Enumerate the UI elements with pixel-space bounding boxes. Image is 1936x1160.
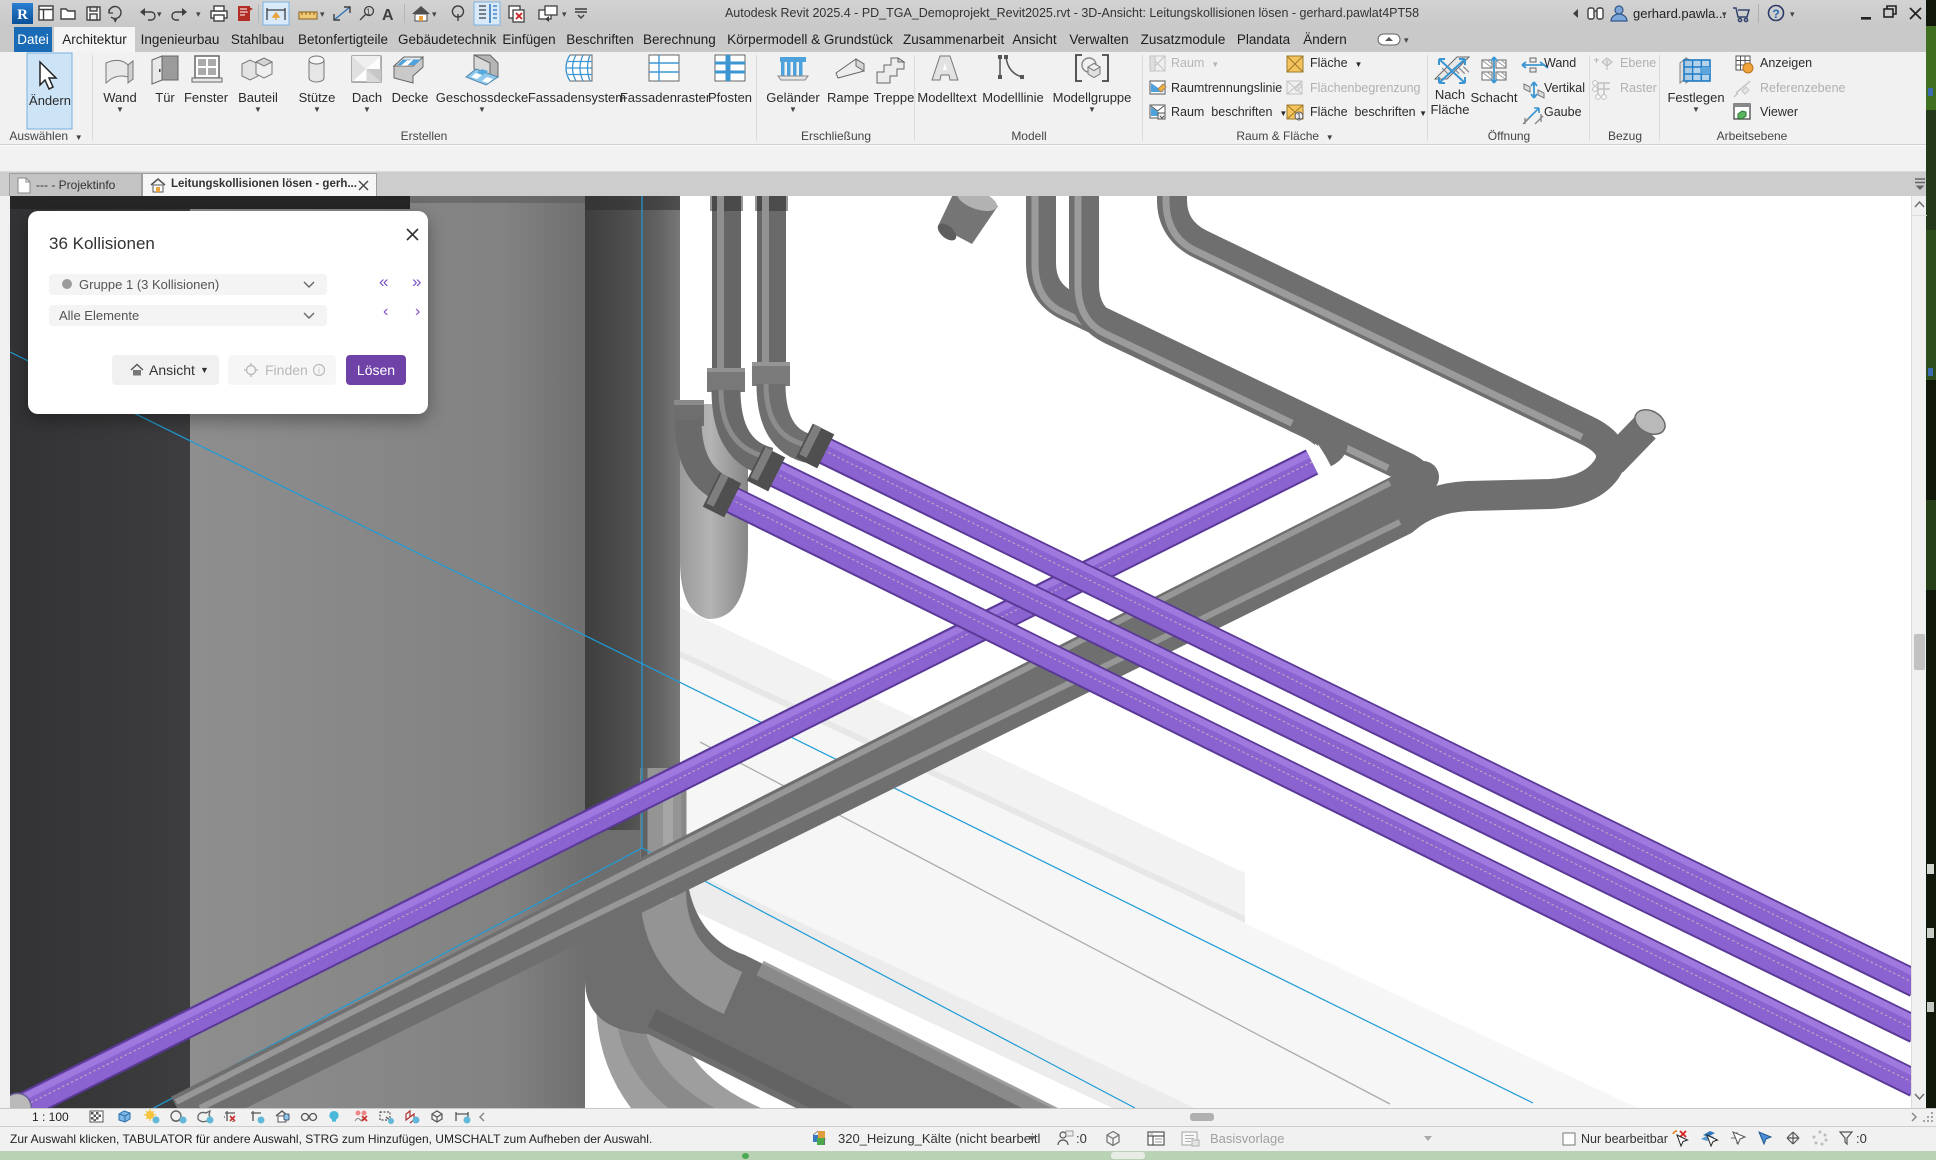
svg-text:▾: ▾ [196,9,201,19]
svg-text:A: A [382,7,394,24]
svg-text:▾: ▾ [1790,9,1795,19]
svg-text:gerhard.pawla...: gerhard.pawla... [1633,6,1726,21]
svg-text:R: R [17,7,28,23]
svg-text:Nur bearbeitbar: Nur bearbeitbar [1581,1132,1668,1146]
svg-text::0: :0 [1856,1131,1867,1146]
svg-text:i: i [318,366,320,376]
svg-text:1 : 100: 1 : 100 [32,1110,69,1124]
svg-text:Basisvorlage: Basisvorlage [1210,1131,1284,1146]
svg-text:1: 1 [366,8,371,17]
svg-text:1: 1 [1297,112,1302,121]
svg-text:▾: ▾ [1404,35,1409,45]
svg-text::0: :0 [1076,1131,1087,1146]
svg-text:▾: ▾ [432,9,437,19]
svg-text:▾: ▾ [562,9,567,19]
svg-text:▾: ▾ [1722,9,1727,19]
svg-text:Autodesk Revit 2025.4 - PD_TGA: Autodesk Revit 2025.4 - PD_TGA_Demoproje… [725,6,1419,20]
svg-text:▾: ▾ [113,15,118,25]
svg-text:320_Heizung_Kälte (nicht bearb: 320_Heizung_Kälte (nicht bearbeitl [838,1131,1040,1146]
svg-text:?: ? [1772,7,1779,21]
svg-text:▾: ▾ [157,9,162,19]
svg-text:▾: ▾ [320,9,325,19]
svg-text:Zur Auswahl klicken, TABULATOR: Zur Auswahl klicken, TABULATOR für ander… [10,1132,652,1146]
